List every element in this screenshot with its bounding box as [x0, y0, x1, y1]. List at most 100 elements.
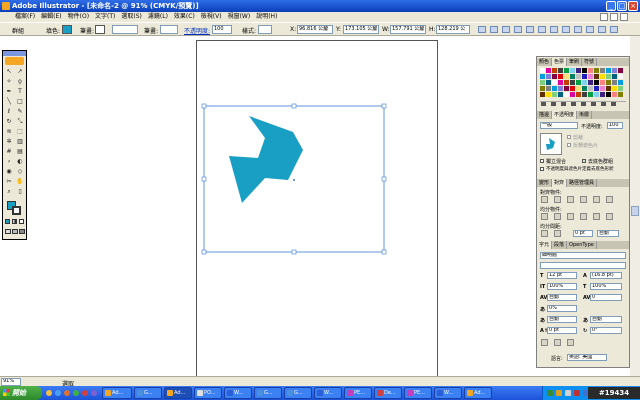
color-swatch[interactable] — [612, 92, 617, 97]
tab-symbols[interactable]: 符號 — [582, 58, 598, 66]
swatch-menu-icon[interactable] — [581, 102, 586, 106]
color-swatch[interactable] — [570, 68, 575, 73]
blend-tool-icon[interactable]: ◐ — [15, 157, 25, 166]
distribute-button-icon[interactable] — [567, 213, 574, 220]
swatch-menu-icon[interactable] — [551, 102, 556, 106]
color-swatch[interactable] — [618, 86, 623, 91]
color-swatch[interactable] — [540, 92, 545, 97]
color-swatch[interactable] — [546, 86, 551, 91]
taskbar-button[interactable]: G... — [284, 387, 312, 399]
spacing-button-icon[interactable] — [541, 230, 548, 237]
taskbar-button[interactable]: G... — [254, 387, 282, 399]
color-swatch[interactable] — [618, 74, 623, 79]
leading-field[interactable]: (16.8 pt) — [590, 272, 622, 279]
tab-color[interactable]: 顏色 — [537, 58, 553, 66]
swatch-menu-icon[interactable] — [591, 102, 596, 106]
color-swatch[interactable] — [564, 68, 569, 73]
kerning-field[interactable]: 自動 — [547, 294, 577, 301]
color-swatch[interactable] — [546, 68, 551, 73]
none-mode-icon[interactable] — [19, 219, 24, 224]
vertical-scale-field[interactable]: 100% — [547, 283, 577, 290]
color-swatch[interactable] — [618, 68, 623, 73]
selection-handle[interactable] — [381, 176, 387, 182]
color-swatch[interactable] — [552, 86, 557, 91]
tab-paragraph[interactable]: 段落 — [552, 241, 568, 249]
taskbar-button[interactable]: Ad... — [102, 387, 132, 399]
color-swatch[interactable] — [582, 92, 587, 97]
swatch-menu-icon[interactable] — [541, 102, 546, 106]
clip-checkbox[interactable] — [567, 135, 571, 139]
color-swatch[interactable] — [588, 86, 593, 91]
color-swatch[interactable] — [588, 68, 593, 73]
quick-launch-icon[interactable] — [82, 390, 88, 396]
tab-character[interactable]: 字元 — [537, 241, 553, 249]
color-swatch[interactable] — [558, 86, 563, 91]
screen-mode-icon[interactable] — [12, 229, 18, 234]
scale-tool-icon[interactable]: ⤡ — [15, 117, 25, 126]
pencil-tool-icon[interactable]: ✎ — [15, 107, 25, 116]
opacity-mask-checkbox[interactable] — [540, 167, 544, 171]
color-swatch[interactable] — [594, 92, 599, 97]
adobe-logo-icon[interactable] — [5, 57, 24, 65]
color-swatch[interactable] — [606, 80, 611, 85]
color-swatch[interactable] — [612, 80, 617, 85]
zoom-tool-icon[interactable]: ⌕ — [4, 187, 14, 196]
color-swatch[interactable] — [588, 92, 593, 97]
color-swatch[interactable] — [594, 74, 599, 79]
align-button-icon[interactable] — [606, 196, 613, 203]
free-transform-tool-icon[interactable]: ⬚ — [15, 127, 25, 136]
color-swatch[interactable] — [594, 80, 599, 85]
distribute-button-icon[interactable] — [541, 213, 548, 220]
color-swatch[interactable] — [558, 74, 563, 79]
tsume-field[interactable]: 0% — [547, 305, 577, 312]
distribute-button-icon[interactable] — [580, 213, 587, 220]
tab-brushes[interactable]: 筆刷 — [567, 58, 583, 66]
color-swatch[interactable] — [570, 86, 575, 91]
color-swatch[interactable] — [546, 74, 551, 79]
taskbar-button[interactable]: G... — [134, 387, 162, 399]
color-swatch[interactable] — [576, 68, 581, 73]
swatch-menu-icon[interactable] — [561, 102, 566, 106]
distribute-button-icon[interactable] — [554, 213, 561, 220]
character-rotation-field[interactable]: 0° — [590, 327, 622, 334]
color-swatch[interactable] — [540, 68, 545, 73]
align-button-icon[interactable] — [593, 196, 600, 203]
security-icon[interactable] — [556, 390, 562, 396]
blue-polygon-shape[interactable] — [229, 116, 303, 203]
lasso-tool-icon[interactable]: ϙ — [15, 77, 25, 86]
volume-icon[interactable] — [565, 390, 571, 396]
taskbar-button[interactable]: PE... — [404, 387, 432, 399]
spacing-value-field[interactable]: 0 pt — [573, 230, 593, 237]
color-swatch[interactable] — [564, 92, 569, 97]
screen-mode-icon[interactable] — [5, 229, 11, 234]
tab-swatches[interactable]: 色票 — [552, 58, 568, 66]
align-button-icon[interactable] — [554, 196, 561, 203]
color-swatch[interactable] — [546, 80, 551, 85]
toolbox-title-bar[interactable] — [3, 51, 26, 56]
color-swatch[interactable] — [582, 86, 587, 91]
type-tool-icon[interactable]: T — [15, 87, 25, 96]
stroke-color-icon[interactable] — [12, 206, 21, 215]
eyedropper-tool-icon[interactable]: ⸗ — [4, 157, 14, 166]
font-style-dropdown[interactable] — [540, 262, 626, 269]
underline-button-icon[interactable] — [554, 339, 561, 346]
horizontal-scale-field[interactable]: 100% — [590, 283, 622, 290]
selection-handle[interactable] — [201, 249, 207, 255]
color-mode-icon[interactable] — [5, 219, 10, 224]
taskbar-button[interactable]: De... — [374, 387, 402, 399]
scrollbar-thumb[interactable] — [631, 206, 639, 216]
selection-handle[interactable] — [381, 103, 387, 109]
color-swatch[interactable] — [618, 80, 623, 85]
color-swatch[interactable] — [570, 92, 575, 97]
color-swatch[interactable] — [600, 86, 605, 91]
warp-tool-icon[interactable]: ≋ — [4, 127, 14, 136]
rectangle-tool-icon[interactable]: □ — [15, 97, 25, 106]
antivirus-icon[interactable] — [574, 390, 580, 396]
gradient-tool-icon[interactable]: ▤ — [15, 147, 25, 156]
spacing-mode-dropdown[interactable]: 自動 — [597, 230, 619, 237]
color-swatch[interactable] — [552, 74, 557, 79]
swatch-menu-icon[interactable] — [611, 102, 616, 106]
tab-stroke[interactable]: 描邊 — [537, 111, 553, 119]
screen-mode-icon[interactable] — [19, 229, 25, 234]
language-dropdown[interactable]: 英語: 美國 — [567, 354, 607, 361]
